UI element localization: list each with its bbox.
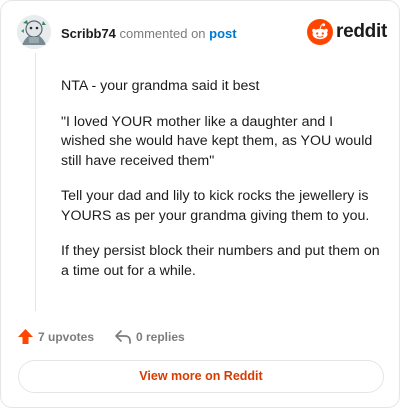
comment-paragraph: "I loved YOUR mother like a daughter and… [61,113,373,169]
upvote-button[interactable]: 7 upvotes [17,327,99,347]
reddit-logo[interactable]: reddit [307,19,387,45]
comment-body: NTA - your grandma said it best "I loved… [61,77,381,297]
upvote-count: 7 upvotes [38,330,95,344]
user-avatar[interactable] [17,15,51,49]
reddit-snoo-icon [307,19,333,45]
thread-line [35,53,36,311]
reddit-wordmark: reddit [336,21,387,42]
reply-arrow-icon [115,330,131,344]
username-link[interactable]: Scribb74 [61,26,116,41]
comment-byline: Scribb74 commented on post [61,27,237,41]
comment-paragraph: If they persist block their numbers and … [61,243,380,279]
comment-header: Scribb74 commented on post reddit [17,15,387,55]
reddit-comment-embed: Scribb74 commented on post reddit NTA - … [0,0,400,408]
upvote-arrow-icon [18,329,33,344]
comment-paragraph: Tell your dad and lily to kick rocks the… [61,188,370,224]
comment-paragraph: NTA - your grandma said it best [61,78,260,94]
view-more-button[interactable]: View more on Reddit [18,360,384,393]
commented-on-text: commented on [119,26,206,41]
reply-count: 0 replies [136,330,185,344]
replies-button[interactable]: 0 replies [114,327,204,347]
post-link[interactable]: post [209,26,236,41]
